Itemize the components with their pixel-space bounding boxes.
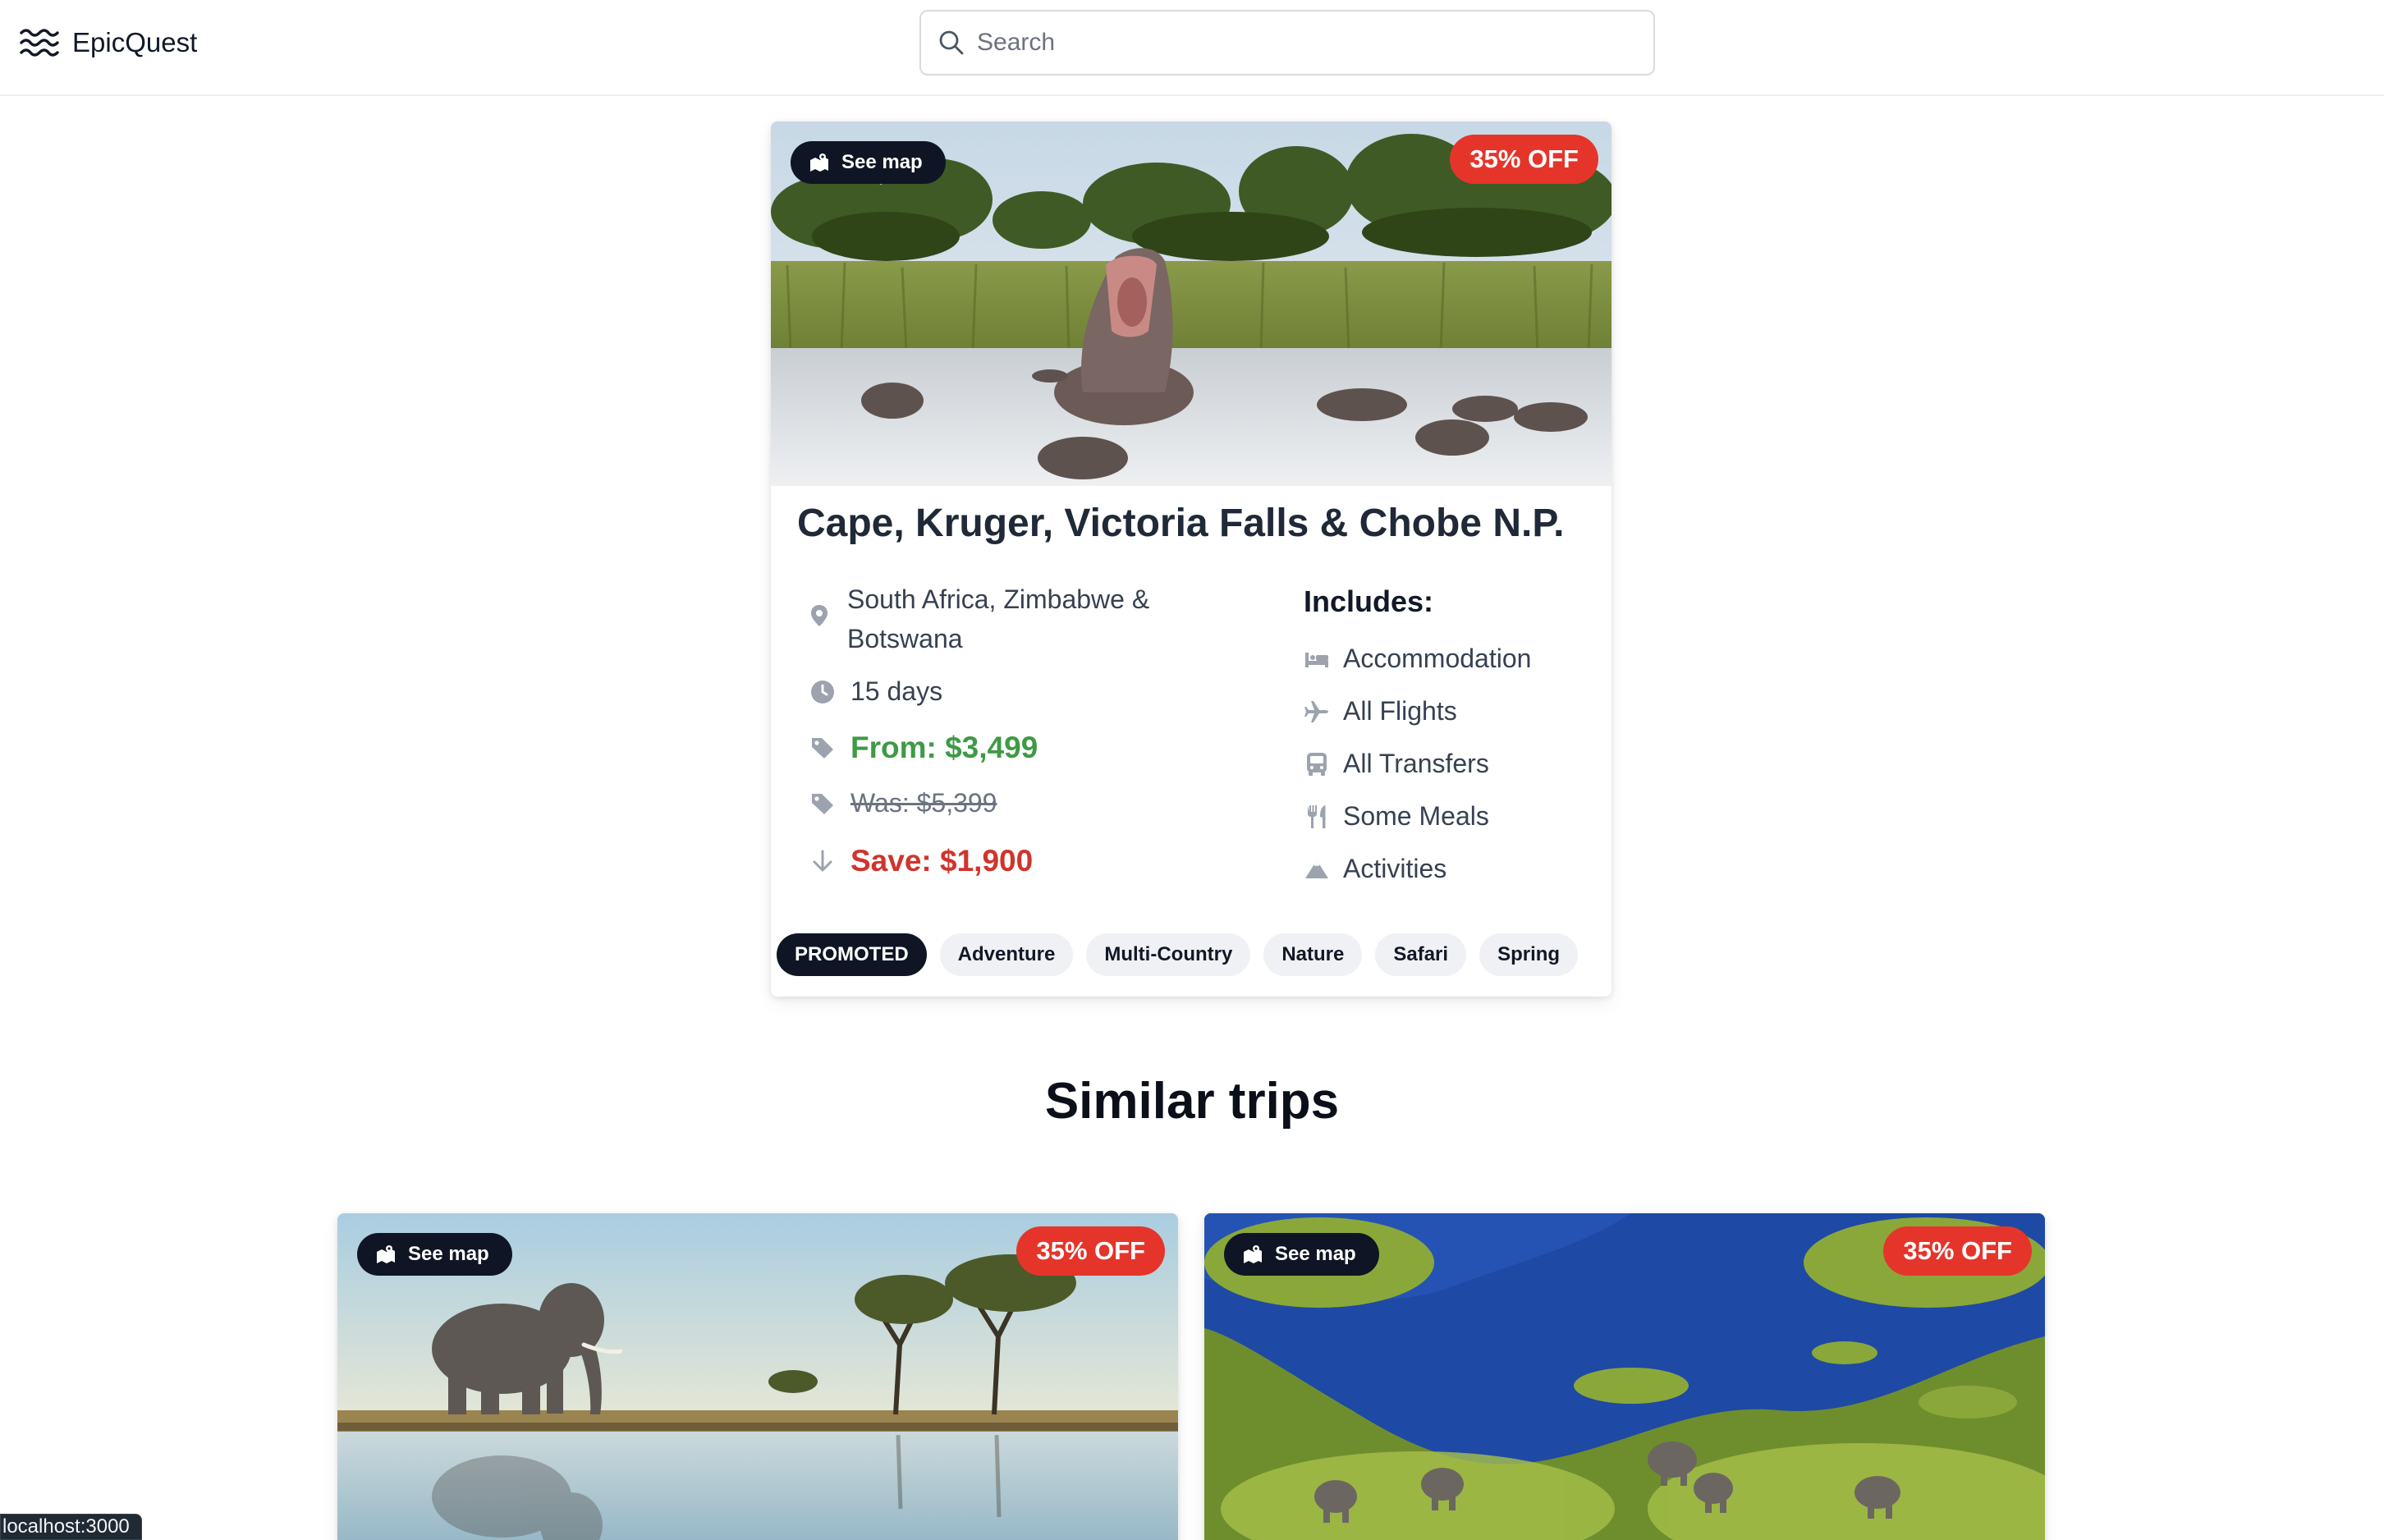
price-tag-icon — [812, 738, 833, 759]
tag-promoted[interactable]: PROMOTED — [777, 933, 927, 976]
includes-item: Some Meals — [1304, 801, 1489, 832]
map-icon — [377, 1245, 395, 1263]
similar-trip-card[interactable]: See map 35% OFF — [337, 1213, 1178, 1540]
location-row: South Africa, Zimbabwe & Botswana — [806, 580, 1208, 658]
includes-label: Activities — [1343, 854, 1447, 883]
map-pin-icon — [811, 605, 828, 626]
includes-item: All Transfers — [1304, 749, 1489, 779]
includes-label: All Flights — [1343, 696, 1457, 726]
search-box[interactable] — [919, 10, 1655, 76]
tag-list: PROMOTED Adventure Multi-Country Nature … — [777, 933, 1591, 976]
brand-name: EpicQuest — [72, 27, 198, 57]
see-map-button[interactable]: See map — [1224, 1233, 1379, 1276]
see-map-button[interactable]: See map — [791, 141, 946, 184]
bus-icon — [1307, 752, 1327, 776]
utensils-icon — [1308, 804, 1326, 828]
similar-trips-heading: Similar trips — [1044, 1073, 1340, 1130]
includes-label: Accommodation — [1343, 644, 1532, 673]
includes-label: All Transfers — [1343, 749, 1489, 778]
waves-logo-icon — [20, 29, 59, 57]
see-map-label: See map — [1275, 1243, 1356, 1265]
discount-badge: 35% OFF — [1883, 1226, 2032, 1276]
tag-spring[interactable]: Spring — [1479, 933, 1579, 976]
tag-adventure[interactable]: Adventure — [939, 933, 1074, 976]
duration-text: 15 days — [850, 676, 943, 706]
search-icon — [939, 30, 964, 55]
includes-label: Some Meals — [1343, 801, 1489, 831]
brand-link[interactable]: EpicQuest — [20, 23, 197, 62]
map-icon — [1244, 1245, 1262, 1263]
trip-title[interactable]: Cape, Kruger, Victoria Falls & Chobe N.P… — [797, 501, 1565, 546]
clock-icon — [811, 680, 834, 704]
arrow-down-icon — [813, 850, 832, 872]
price-was-row: Was: $5,399 — [809, 788, 997, 818]
discount-badge: 35% OFF — [1016, 1226, 1165, 1276]
price-save-row: Save: $1,900 — [809, 844, 1033, 878]
tag-nature[interactable]: Nature — [1263, 933, 1363, 976]
includes-item: Accommodation — [1304, 644, 1531, 674]
see-map-label: See map — [408, 1243, 489, 1265]
price-tag-icon — [812, 793, 833, 814]
location-text: South Africa, Zimbabwe & Botswana — [847, 584, 1150, 653]
see-map-label: See map — [841, 151, 923, 173]
price-from-row: From: $3,499 — [809, 731, 1038, 765]
map-icon — [810, 154, 828, 172]
search-input[interactable] — [977, 29, 1617, 57]
includes-item: All Flights — [1304, 696, 1457, 726]
price-from: From: $3,499 — [850, 731, 1038, 764]
tag-multi-country[interactable]: Multi-Country — [1086, 933, 1251, 976]
browser-status-url: localhost:3000 — [0, 1514, 142, 1540]
bed-icon — [1305, 652, 1328, 667]
similar-trip-card[interactable]: See map 35% OFF — [1204, 1213, 2045, 1540]
includes-title: Includes: — [1304, 584, 1434, 618]
price-save: Save: $1,900 — [850, 844, 1034, 878]
discount-badge: 35% OFF — [1450, 135, 1598, 184]
see-map-button[interactable]: See map — [357, 1233, 512, 1276]
top-navbar: EpicQuest — [0, 0, 2384, 96]
plane-icon — [1304, 700, 1328, 722]
tag-safari[interactable]: Safari — [1375, 933, 1467, 976]
mountain-icon — [1305, 859, 1328, 878]
includes-item: Activities — [1304, 854, 1446, 884]
price-was: Was: $5,399 — [850, 788, 997, 818]
duration-row: 15 days — [809, 676, 942, 707]
